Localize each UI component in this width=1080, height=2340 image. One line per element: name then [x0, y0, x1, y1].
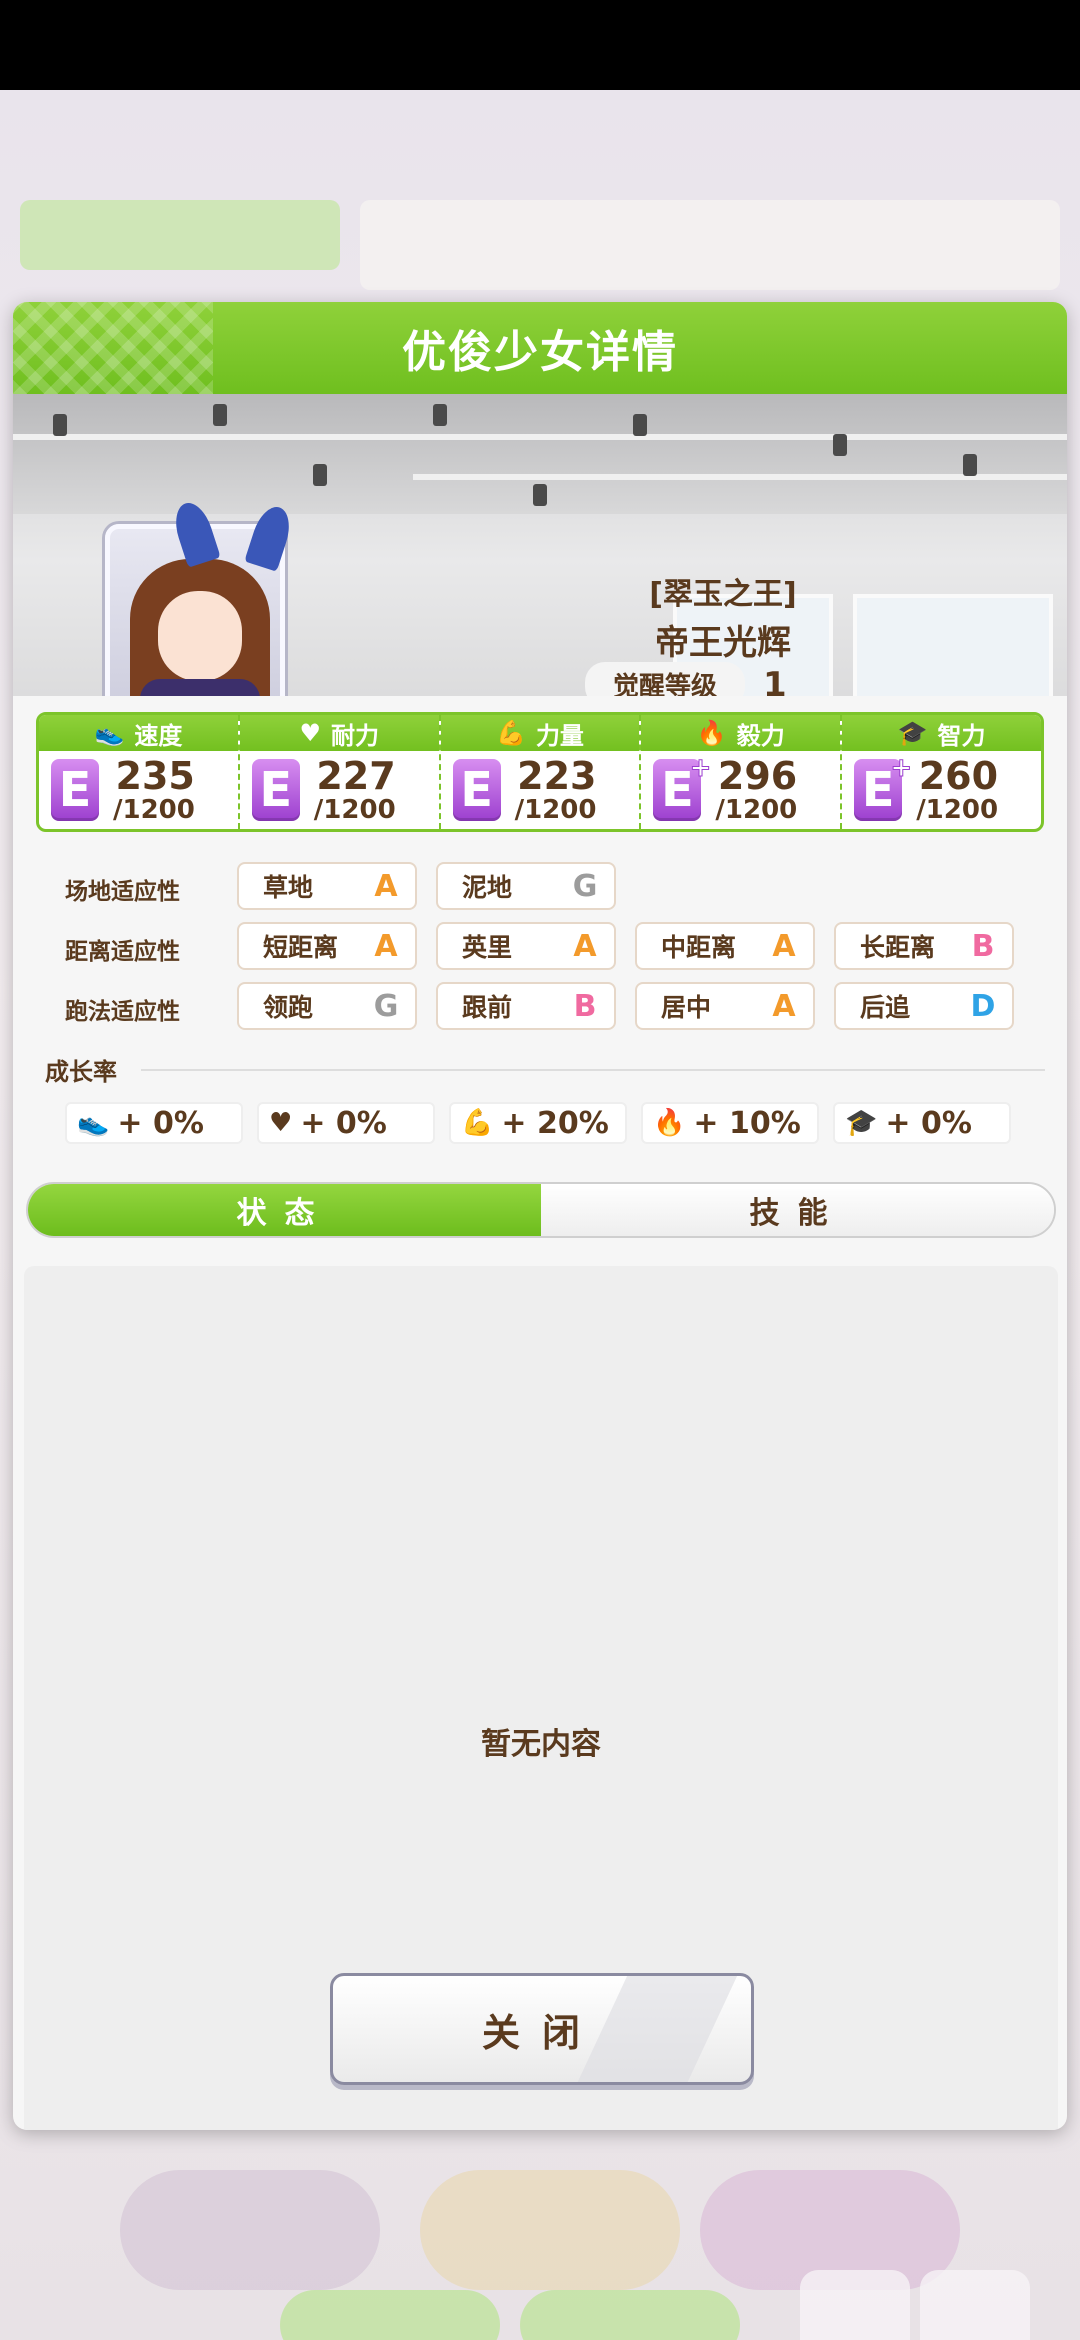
- stat-power: 💪 力量 E 223/1200: [440, 715, 642, 829]
- growth-rate-label: 成长率: [45, 1058, 117, 1086]
- apt-chip: 中距离 A: [635, 922, 815, 970]
- stat-max: /1200: [313, 795, 396, 825]
- stat-max: /1200: [715, 795, 798, 825]
- stat-stamina: ♥ 耐力 E 227/1200: [239, 715, 441, 829]
- stat-value: 296: [717, 754, 798, 798]
- flame-icon: 🔥: [653, 1108, 686, 1138]
- character-banner: ★ ★ ★ ★ ★ [翠玉之王] 帝王光辉 觉醒等级 1: [13, 394, 1067, 696]
- grade-badge: G: [373, 988, 399, 1024]
- growth-rate-header: 成长率: [45, 1052, 1045, 1087]
- apt-chip: 草地 A: [237, 862, 417, 910]
- stat-label: 智力: [937, 721, 986, 750]
- graduation-cap-icon: 🎓: [897, 719, 928, 747]
- stats-panel: 👟 速度 E 235/1200 ♥ 耐力 E 227/1200 💪 力量 E 223/…: [36, 712, 1044, 832]
- grade-badge: B: [573, 988, 597, 1024]
- apt-chip: 短距离 A: [237, 922, 417, 970]
- muscle-icon: 💪: [461, 1108, 494, 1138]
- dialog-title: 优俊少女详情: [402, 327, 678, 378]
- stat-speed: 👟 速度 E 235/1200: [39, 715, 240, 829]
- apt-chip: 泥地 G: [436, 862, 616, 910]
- empty-state-text: 暂无内容: [481, 1727, 601, 1762]
- heart-icon: ♥: [299, 719, 321, 747]
- status-bar: [0, 0, 1080, 90]
- dialog-header: 优俊少女详情: [13, 302, 1067, 394]
- shoe-icon: 👟: [94, 719, 125, 747]
- stat-value: 227: [316, 754, 396, 798]
- awakening-value: 1: [763, 664, 787, 697]
- stat-max: /1200: [113, 795, 195, 825]
- stat-value: 235: [115, 754, 195, 798]
- close-button-label: 关闭: [481, 2010, 602, 2055]
- growth-chip: 🔥 + 10%: [641, 1102, 819, 1144]
- stat-max: /1200: [916, 795, 999, 825]
- stat-max: /1200: [514, 795, 597, 825]
- apt-chip: 居中 A: [635, 982, 815, 1030]
- apt-chip: 跟前 B: [436, 982, 616, 1030]
- stat-label: 毅力: [736, 721, 785, 750]
- growth-chip: ♥ + 0%: [257, 1102, 435, 1144]
- grade-badge: B: [971, 928, 995, 964]
- close-button[interactable]: 关闭: [330, 1973, 754, 2085]
- apt-label: 距离适应性: [65, 939, 180, 965]
- rank-plus-icon: +: [890, 753, 913, 784]
- detail-tabs: 状态 技能: [26, 1182, 1056, 1238]
- rank-badge: E +: [854, 753, 913, 821]
- grade-badge: A: [772, 988, 796, 1024]
- heart-icon: ♥: [269, 1108, 293, 1138]
- stat-label: 耐力: [330, 721, 379, 750]
- stat-value: 223: [517, 754, 597, 798]
- growth-chip: 💪 + 20%: [449, 1102, 627, 1144]
- rank-badge: E: [51, 759, 99, 821]
- apt-chip: 后追 D: [834, 982, 1014, 1030]
- rank-badge: E: [452, 759, 501, 821]
- grade-badge: G: [572, 868, 598, 904]
- apt-chip: 英里 A: [436, 922, 616, 970]
- grade-badge: A: [573, 928, 597, 964]
- style-aptitude-row: 跑法适应性 领跑 G 跟前 B 居中 A 后追 D: [13, 982, 1067, 1032]
- growth-chip: 👟 + 0%: [65, 1102, 243, 1144]
- grade-badge: A: [374, 928, 398, 964]
- character-detail-dialog: 优俊少女详情 ★ ★ ★ ★ ★ [翠玉之王] 帝王光: [13, 302, 1067, 2130]
- awakening-label: 觉醒等级: [585, 662, 746, 696]
- rank-plus-icon: +: [689, 753, 712, 784]
- apt-chip: 长距离 B: [834, 922, 1014, 970]
- stat-label: 力量: [535, 721, 584, 750]
- awakening-level: 觉醒等级 1: [585, 662, 787, 696]
- character-name: 帝王光辉: [655, 623, 791, 663]
- growth-chip: 🎓 + 0%: [833, 1102, 1011, 1144]
- distance-aptitude-row: 距离适应性 短距离 A 英里 A 中距离 A 长距离 B: [13, 922, 1067, 972]
- stat-guts: 🔥 毅力 E + 296/1200: [641, 715, 843, 829]
- tab-status[interactable]: 状态: [28, 1184, 541, 1236]
- graduation-cap-icon: 🎓: [845, 1108, 878, 1138]
- apt-chip: 领跑 G: [237, 982, 417, 1030]
- tab-skills[interactable]: 技能: [541, 1184, 1054, 1236]
- stat-label: 速度: [134, 721, 183, 750]
- stat-value: 260: [918, 754, 999, 798]
- rank-badge: E +: [653, 753, 712, 821]
- character-epithet: [翠玉之王]: [649, 577, 797, 612]
- grade-badge: A: [772, 928, 796, 964]
- growth-rate-row: 👟 + 0% ♥ + 0% 💪 + 20% 🔥 + 10% 🎓 + 0%: [65, 1102, 1011, 1144]
- character-name-block: [翠玉之王] 帝王光辉: [573, 569, 873, 664]
- shoe-icon: 👟: [77, 1108, 110, 1138]
- rank-badge: E: [251, 759, 300, 821]
- muscle-icon: 💪: [496, 719, 526, 747]
- stat-wisdom: 🎓 智力 E + 260/1200: [842, 715, 1041, 829]
- grade-badge: A: [374, 868, 398, 904]
- flame-icon: 🔥: [696, 719, 727, 747]
- apt-label: 跑法适应性: [65, 999, 180, 1025]
- track-aptitude-row: 场地适应性 草地 A 泥地 G: [13, 862, 1067, 912]
- apt-label: 场地适应性: [65, 879, 180, 905]
- grade-badge: D: [970, 988, 996, 1024]
